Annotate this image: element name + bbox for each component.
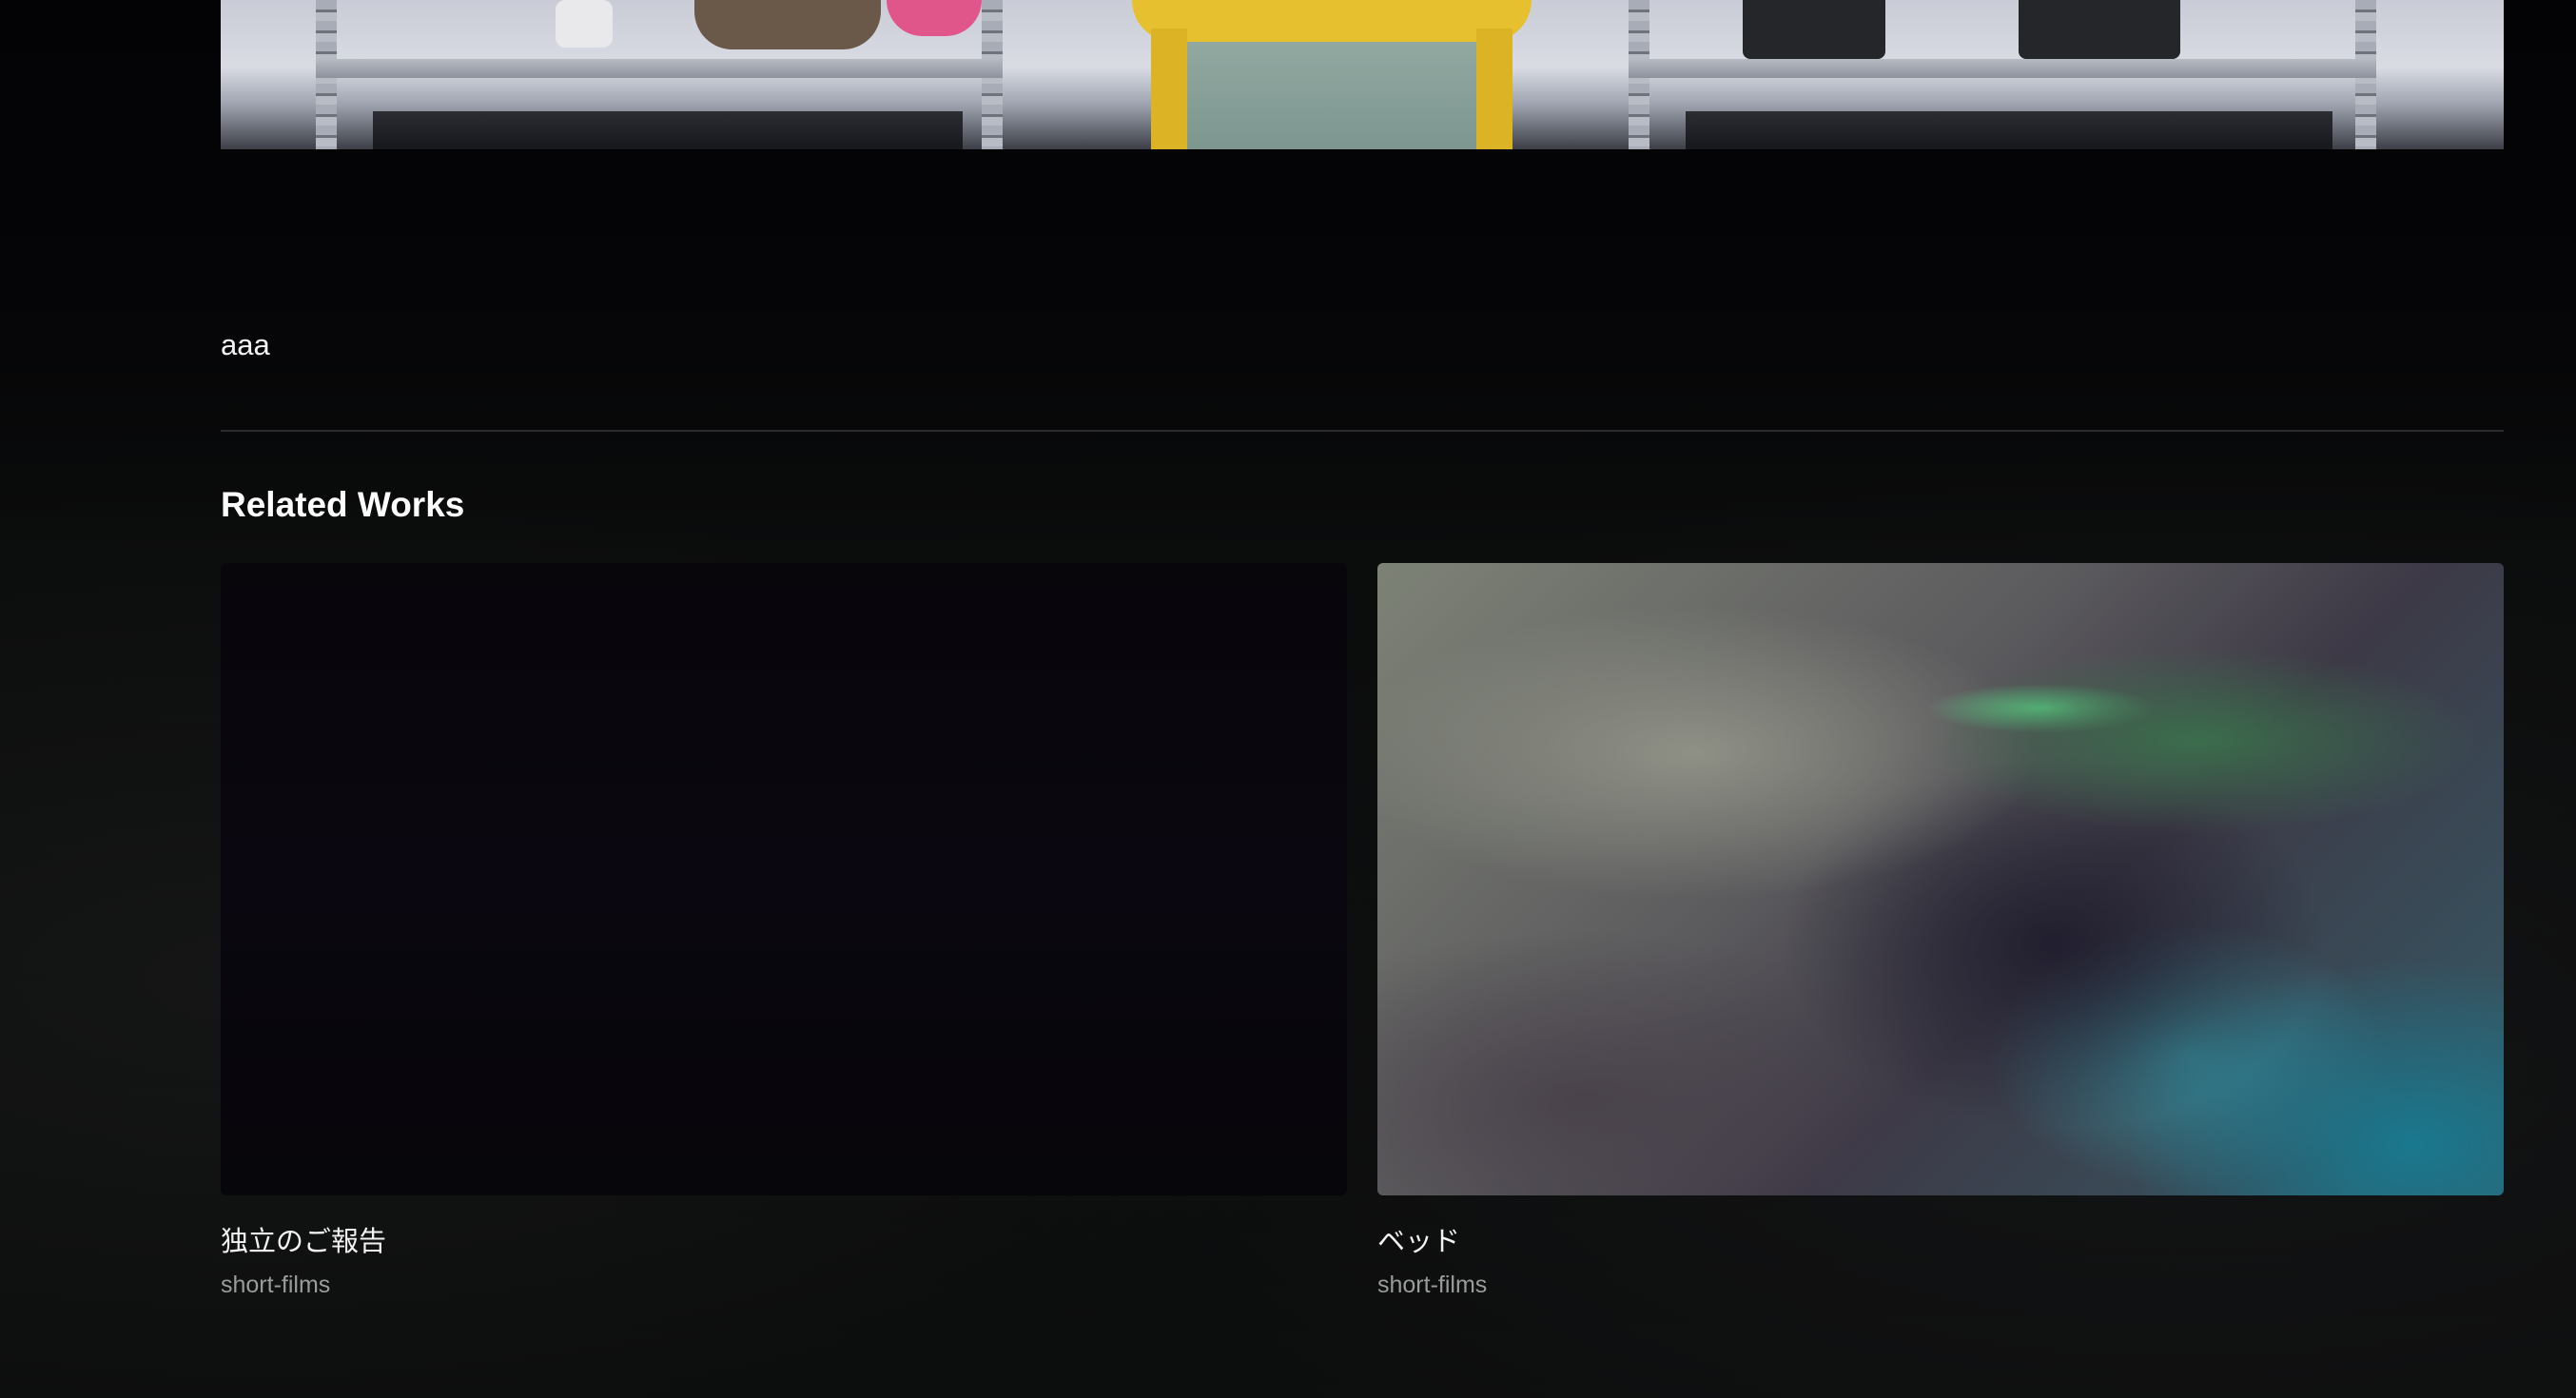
sculpture-object <box>694 0 881 49</box>
related-work-title[interactable]: 独立のご報告 <box>221 1224 1347 1260</box>
shelf-board <box>316 59 1003 78</box>
chair-back <box>1132 0 1532 42</box>
related-works-grid: 独立のご報告 short-films ベッド short-films <box>221 563 2504 1324</box>
related-work-title[interactable]: ベッド <box>1377 1224 2504 1260</box>
speaker-object <box>2019 0 2180 59</box>
related-work-card[interactable]: 独立のご報告 short-films <box>221 563 1347 1300</box>
pink-object <box>887 0 982 36</box>
chair <box>1132 0 1532 149</box>
chair-leg <box>1476 29 1512 149</box>
work-description: aaa <box>221 328 270 361</box>
shelf-lower <box>373 111 963 149</box>
related-work-thumbnail[interactable] <box>221 563 1347 1195</box>
work-detail-page: aaa Related Works 独立のご報告 short-films ベッド… <box>0 0 2576 1398</box>
related-work-category: short-films <box>221 1272 331 1298</box>
shelf-board <box>1629 59 2376 78</box>
vase-object <box>556 0 613 48</box>
related-work-category: short-films <box>1377 1272 1488 1298</box>
video-player-frame[interactable] <box>221 0 2504 149</box>
related-works-heading: Related Works <box>221 485 465 524</box>
chair-leg <box>1151 29 1187 149</box>
chair-seat <box>1174 34 1488 149</box>
related-work-thumbnail[interactable] <box>1377 563 2504 1195</box>
shelf-lower <box>1686 111 2332 149</box>
related-work-card[interactable]: ベッド short-films <box>1377 563 2504 1300</box>
speaker-object <box>1743 0 1885 59</box>
section-divider <box>221 430 2504 432</box>
